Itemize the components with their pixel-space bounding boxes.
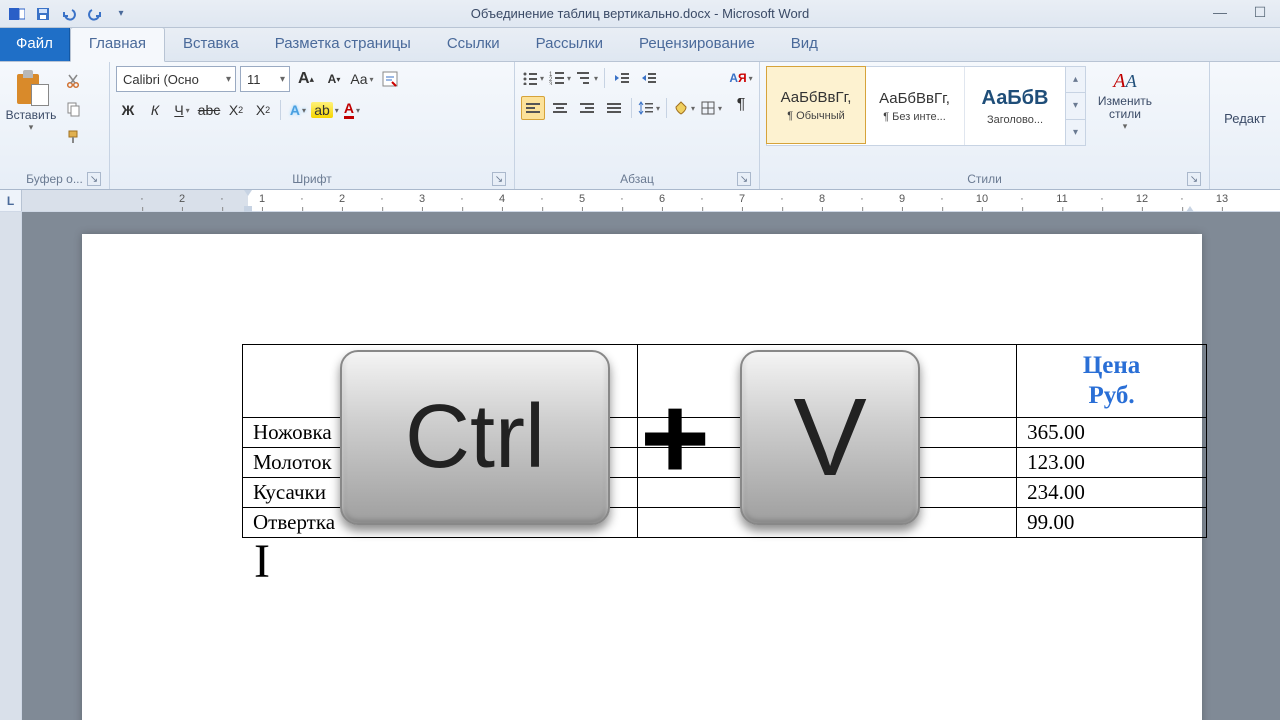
titlebar: ▾ Объединение таблиц вертикально.docx - … — [0, 0, 1280, 28]
underline-button[interactable]: Ч — [170, 98, 194, 122]
paste-icon — [13, 68, 49, 106]
ruler-ticks: · 2 · 1 · 2 · 3 · 4 · 5 · 6 · 7 · 8 · 9 … — [82, 190, 1280, 211]
change-case-button[interactable]: Aa — [350, 67, 374, 91]
multilevel-list-button[interactable] — [575, 66, 599, 90]
group-clipboard: Вставить ▾ Буфер о... ↘ — [0, 62, 110, 189]
group-label-font: Шрифт ↘ — [116, 170, 508, 189]
style-heading1[interactable]: АаБбВ Заголово... — [965, 67, 1065, 145]
clipboard-dialog-launcher[interactable]: ↘ — [87, 172, 101, 186]
ruler-vertical[interactable] — [0, 212, 22, 720]
style-normal[interactable]: АаБбВвГг, ¶ Обычный — [766, 66, 866, 144]
tab-review[interactable]: Рецензирование — [621, 28, 773, 61]
tab-mailings[interactable]: Рассылки — [518, 28, 621, 61]
sort-button[interactable]: AЯ — [729, 66, 753, 90]
clear-formatting-button[interactable] — [378, 67, 402, 91]
word-icon — [6, 3, 28, 25]
decrease-indent-button[interactable] — [610, 66, 634, 90]
key-ctrl: Ctrl — [340, 350, 610, 525]
left-indent-marker[interactable] — [244, 190, 252, 212]
quick-access-toolbar: ▾ — [0, 3, 132, 25]
tab-file[interactable]: Файл — [0, 28, 70, 61]
grow-font-button[interactable]: A▴ — [294, 67, 318, 91]
style-scroll-up-icon[interactable]: ▴ — [1066, 67, 1085, 93]
font-size-select[interactable]: 11 — [240, 66, 290, 92]
shading-button[interactable] — [672, 96, 696, 120]
italic-button[interactable]: К — [143, 98, 167, 122]
ribbon-tabs: Файл Главная Вставка Разметка страницы С… — [0, 28, 1280, 62]
superscript-button[interactable]: X2 — [251, 98, 275, 122]
align-right-button[interactable] — [575, 96, 599, 120]
key-v: V — [740, 350, 920, 525]
window-controls: — ☐ — [1200, 0, 1280, 24]
tab-page-layout[interactable]: Разметка страницы — [257, 28, 429, 61]
bullets-button[interactable] — [521, 66, 545, 90]
keyboard-shortcut-overlay: Ctrl + V — [340, 350, 920, 525]
redo-button[interactable] — [84, 3, 106, 25]
text-effects-button[interactable]: A — [286, 98, 310, 122]
align-justify-button[interactable] — [602, 96, 626, 120]
bold-button[interactable]: Ж — [116, 98, 140, 122]
qat-customize[interactable]: ▾ — [110, 3, 132, 25]
paragraph-dialog-launcher[interactable]: ↘ — [737, 172, 751, 186]
paste-button[interactable]: Вставить ▾ — [6, 66, 56, 133]
increase-indent-button[interactable] — [637, 66, 661, 90]
line-spacing-button[interactable] — [637, 96, 661, 120]
borders-button[interactable] — [699, 96, 723, 120]
ruler-horizontal[interactable]: L · 2 · 1 · 2 · 3 · 4 · 5 · 6 · 7 · 8 · … — [0, 190, 1280, 212]
cut-button[interactable] — [60, 68, 86, 94]
minimize-button[interactable]: — — [1200, 0, 1240, 24]
editing-label: Редакт — [1224, 111, 1266, 126]
font-dialog-launcher[interactable]: ↘ — [492, 172, 506, 186]
group-label-paragraph: Абзац ↘ — [521, 170, 753, 189]
format-painter-button[interactable] — [60, 124, 86, 150]
undo-button[interactable] — [58, 3, 80, 25]
tab-insert[interactable]: Вставка — [165, 28, 257, 61]
font-family-select[interactable]: Calibri (Осно — [116, 66, 236, 92]
align-left-button[interactable] — [521, 96, 545, 120]
font-color-button[interactable]: A — [340, 98, 364, 122]
style-scroll-down-icon[interactable]: ▾ — [1066, 93, 1085, 119]
group-font: Calibri (Осно 11 A▴ A▾ Aa Ж К Ч abc X2 X… — [110, 62, 515, 189]
shrink-font-button[interactable]: A▾ — [322, 67, 346, 91]
strike-button[interactable]: abc — [197, 98, 221, 122]
svg-text:3: 3 — [549, 82, 553, 85]
tab-selector[interactable]: L — [0, 190, 22, 211]
maximize-button[interactable]: ☐ — [1240, 0, 1280, 24]
group-label-styles: Стили ↘ — [766, 170, 1203, 189]
table-header-price[interactable]: ЦенаРуб. — [1017, 345, 1207, 418]
styles-dialog-launcher[interactable]: ↘ — [1187, 172, 1201, 186]
style-gallery-scroll[interactable]: ▴ ▾ ▾ — [1066, 66, 1086, 146]
align-center-button[interactable] — [548, 96, 572, 120]
style-no-spacing[interactable]: АаБбВвГг, ¶ Без инте... — [865, 67, 965, 145]
text-cursor-icon: I — [254, 534, 270, 589]
ribbon: Вставить ▾ Буфер о... ↘ Cal — [0, 62, 1280, 190]
tab-view[interactable]: Вид — [773, 28, 836, 61]
window-title: Объединение таблиц вертикально.docx - Mi… — [0, 6, 1280, 21]
tab-home[interactable]: Главная — [70, 27, 165, 62]
style-gallery[interactable]: АаБбВвГг, ¶ Обычный АаБбВвГг, ¶ Без инте… — [766, 66, 1066, 146]
show-marks-button[interactable]: ¶ — [729, 93, 753, 117]
copy-button[interactable] — [60, 96, 86, 122]
group-label-clipboard: Буфер о... ↘ — [6, 170, 103, 189]
subscript-button[interactable]: X2 — [224, 98, 248, 122]
tab-references[interactable]: Ссылки — [429, 28, 518, 61]
change-styles-button[interactable]: AA Изменить стили ▾ — [1086, 66, 1164, 136]
group-paragraph: 123 AЯ ¶ Абзац — [515, 62, 760, 189]
style-expand-icon[interactable]: ▾ — [1066, 120, 1085, 145]
highlight-button[interactable]: ab — [313, 98, 337, 122]
group-styles: АаБбВвГг, ¶ Обычный АаБбВвГг, ¶ Без инте… — [760, 62, 1210, 189]
numbering-button[interactable]: 123 — [548, 66, 572, 90]
group-editing: Редакт — [1210, 62, 1280, 189]
save-button[interactable] — [32, 3, 54, 25]
right-indent-marker[interactable] — [1186, 190, 1194, 212]
plus-icon: + — [640, 369, 710, 507]
